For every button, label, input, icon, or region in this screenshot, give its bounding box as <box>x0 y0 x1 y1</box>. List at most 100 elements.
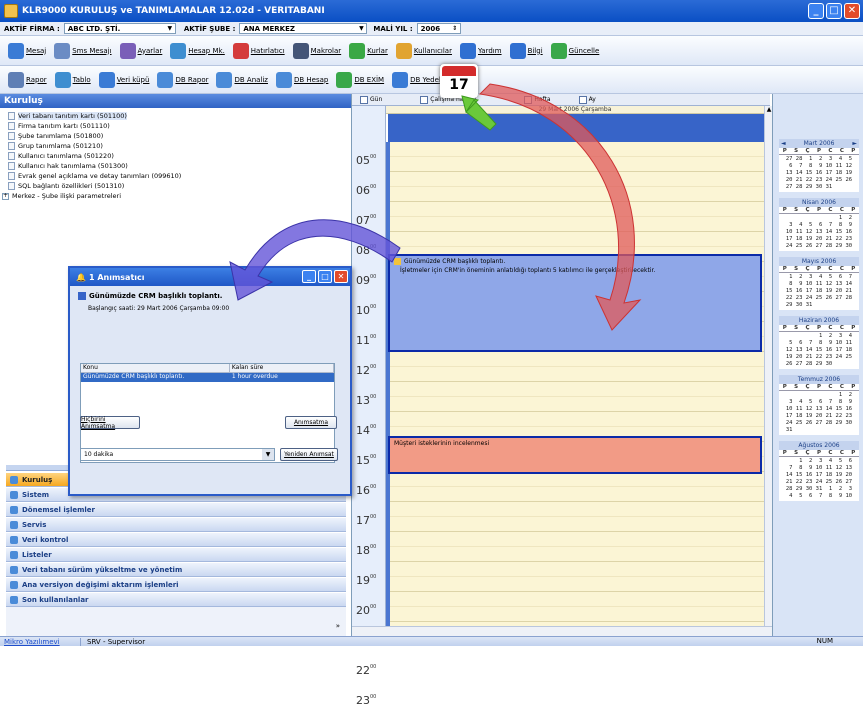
toolbar-button-db-exim[interactable]: DB EXİM <box>334 71 386 88</box>
week-row[interactable]: 24 25 26 27 28 29 30 <box>779 420 859 427</box>
tree-item[interactable]: SQL bağlantı özellikleri (501310) <box>8 181 351 191</box>
dismiss-button[interactable]: Anımsatma <box>285 416 337 429</box>
tree-item[interactable]: Grup tanımlama (501210) <box>8 141 351 151</box>
prev-month-icon[interactable]: ◄ <box>781 139 786 148</box>
nav-section[interactable]: Veri tabanı sürüm yükseltme ve yönetim <box>6 563 346 577</box>
toolbar-button-cube[interactable]: Veri küpü <box>97 71 152 88</box>
toolbar-button-info[interactable]: Bilgi <box>508 42 545 59</box>
expand-icon[interactable]: + <box>2 192 9 200</box>
week-row[interactable]: 5 6 7 8 9 10 11 <box>779 340 859 347</box>
week-row[interactable]: 22 23 24 25 26 27 28 <box>779 295 859 302</box>
close-button[interactable]: ✕ <box>844 3 860 19</box>
week-row[interactable]: 1 2 <box>779 392 859 399</box>
mali-spinner[interactable]: 2006 ⇕ <box>416 23 461 34</box>
week-row[interactable]: 1 2 3 4 5 6 <box>779 458 859 465</box>
week-row[interactable]: 15 16 17 18 19 20 21 <box>779 288 859 295</box>
snooze-select[interactable]: 10 dakika ▼ <box>80 448 275 461</box>
week-row[interactable]: 20 21 22 23 24 25 26 <box>779 177 859 184</box>
dismiss-all-button[interactable]: Hiçbirini Anımsatma <box>80 416 140 430</box>
week-row[interactable]: 10 11 12 13 14 15 16 <box>779 406 859 413</box>
week-row[interactable]: 24 25 26 27 28 29 30 <box>779 243 859 250</box>
tree-item[interactable]: Kullanıcı tanımlama (501220) <box>8 151 351 161</box>
toolbar-button-report[interactable]: Rapor <box>6 71 49 88</box>
week-row[interactable]: 14 15 16 17 18 19 20 <box>779 472 859 479</box>
toolbar-button-message[interactable]: Mesaj <box>6 42 48 59</box>
dialog-close-button[interactable]: ✕ <box>334 270 348 283</box>
week-row[interactable]: 19 20 21 22 23 24 25 <box>779 354 859 361</box>
sube-combo[interactable]: ANA MERKEZ ▼ <box>239 23 368 34</box>
toolbar-button-db-report[interactable]: DB Rapor <box>155 71 210 88</box>
week-row[interactable]: 1 2 <box>779 215 859 222</box>
tab-view[interactable]: Gün <box>356 95 386 104</box>
week-row[interactable]: 10 11 12 13 14 15 16 <box>779 229 859 236</box>
tab-view[interactable]: Hafta <box>520 95 554 104</box>
toolbar-button-db-calc[interactable]: DB Hesap <box>274 71 330 88</box>
toolbar-button-macro[interactable]: Makrolar <box>291 42 344 59</box>
toolbar-button-help[interactable]: Yardım <box>458 42 504 59</box>
status-company[interactable]: Mikro Yazılımevi <box>0 638 80 646</box>
nav-section[interactable]: Listeler <box>6 548 346 562</box>
tree-item[interactable]: Kullanıcı hak tanımlama (501300) <box>8 161 351 171</box>
calendar-icon[interactable]: 17 <box>440 64 478 98</box>
appointment-crm-meeting[interactable]: Günümüzde CRM başlıklı toplantı. İşletme… <box>388 254 762 352</box>
tree-item[interactable]: Veri tabanı tanıtım kartı (501100) <box>8 111 351 121</box>
nav-section[interactable]: Veri kontrol <box>6 533 346 547</box>
week-row[interactable]: 21 22 23 24 25 26 27 <box>779 479 859 486</box>
mini-calendar-panel: Mart 2006 ◄ ► P S Ç P C C P 27 28 1 2 3 4 5 6 7 8 … <box>772 94 863 636</box>
week-row[interactable]: 29 30 31 <box>779 302 859 309</box>
dialog-minimize-button[interactable]: _ <box>302 270 316 283</box>
tab-view[interactable]: Ay <box>575 95 600 104</box>
tree-item[interactable]: Evrak genel açıklama ve detay tanımları … <box>8 171 351 181</box>
tree-item[interactable]: Firma tanıtım kartı (501110) <box>8 121 351 131</box>
col-remaining[interactable]: Kalan süre <box>230 364 334 372</box>
toolbar-button-settings[interactable]: Ayarlar <box>118 42 165 59</box>
week-row[interactable]: 6 7 8 9 10 11 12 <box>779 163 859 170</box>
week-row[interactable]: 4 5 6 7 8 9 10 <box>779 493 859 500</box>
snooze-button[interactable]: Yeniden Anımsat <box>280 448 338 461</box>
week-row[interactable]: 26 27 28 29 30 <box>779 361 859 368</box>
toolbar-button-db-analysis[interactable]: DB Analiz <box>214 71 270 88</box>
nav-section[interactable]: Ana versiyon değişimi aktarım işlemleri <box>6 578 346 592</box>
week-row[interactable]: 17 18 19 20 21 22 23 <box>779 236 859 243</box>
all-day-area[interactable] <box>388 114 764 142</box>
toolbar-button-currency[interactable]: Kurlar <box>347 42 390 59</box>
nav-section[interactable]: Servis <box>6 518 346 532</box>
week-row[interactable]: 28 29 30 31 1 2 3 <box>779 486 859 493</box>
week-row[interactable]: 17 18 19 20 21 22 23 <box>779 413 859 420</box>
week-row[interactable]: 27 28 1 2 3 4 5 <box>779 156 859 163</box>
week-row[interactable]: 27 28 29 30 31 <box>779 184 859 191</box>
horizontal-scrollbar[interactable] <box>352 626 772 636</box>
week-row[interactable]: 3 4 5 6 7 8 9 <box>779 222 859 229</box>
col-subject[interactable]: Konu <box>81 364 230 372</box>
firma-combo[interactable]: ABC LTD. ŞTİ. ▼ <box>63 23 176 34</box>
minimize-button[interactable]: _ <box>808 3 824 19</box>
day-grid[interactable] <box>386 142 764 636</box>
week-row[interactable]: 1 2 3 4 <box>779 333 859 340</box>
appointment-customer-requests[interactable]: Müşteri isteklerinin incelenmesi <box>388 436 762 474</box>
toolbar-button-sms[interactable]: Sms Mesajı <box>52 42 113 59</box>
next-month-icon[interactable]: ► <box>852 139 857 148</box>
tree-item[interactable]: Şube tanımlama (501800) <box>8 131 351 141</box>
vertical-scrollbar[interactable]: ▲ <box>764 106 772 626</box>
maximize-button[interactable]: □ <box>826 3 842 19</box>
toolbar-button-alarm[interactable]: Hatırlatıcı <box>231 42 287 59</box>
week-row[interactable]: 3 4 5 6 7 8 9 <box>779 399 859 406</box>
nav-section[interactable]: Dönemsel işlemler <box>6 503 346 517</box>
week-row[interactable]: 31 <box>779 427 859 434</box>
time-ruler: 0500 0600 0700 0800 0900 1000 1100 1200 1300 1400… <box>352 106 386 707</box>
toolbar-button-calculator[interactable]: Hesap Mk. <box>168 42 227 59</box>
toolbar-button-users[interactable]: Kullanıcılar <box>394 42 454 59</box>
week-row[interactable]: 13 14 15 16 17 18 19 <box>779 170 859 177</box>
toolbar-button-table[interactable]: Tablo <box>53 71 93 88</box>
table-row[interactable]: Günümüzde CRM başlıklı toplantı. 1 hour … <box>81 373 334 382</box>
week-row[interactable]: 7 8 9 10 11 12 13 <box>779 465 859 472</box>
dialog-maximize-button[interactable]: □ <box>318 270 332 283</box>
configure-nav-icon[interactable]: » <box>336 622 340 630</box>
week-row[interactable]: 8 9 10 11 12 13 14 <box>779 281 859 288</box>
toolbar-button-db-backup[interactable]: DB Yedek <box>390 71 445 88</box>
toolbar-button-update[interactable]: Güncelle <box>549 42 602 59</box>
week-row[interactable]: 1 2 3 4 5 6 7 <box>779 274 859 281</box>
week-row[interactable]: 12 13 14 15 16 17 18 <box>779 347 859 354</box>
nav-section[interactable]: Son kullanılanlar <box>6 593 346 607</box>
tree-root-item[interactable]: + Merkez - Şube ilişki parametreleri <box>2 191 351 201</box>
